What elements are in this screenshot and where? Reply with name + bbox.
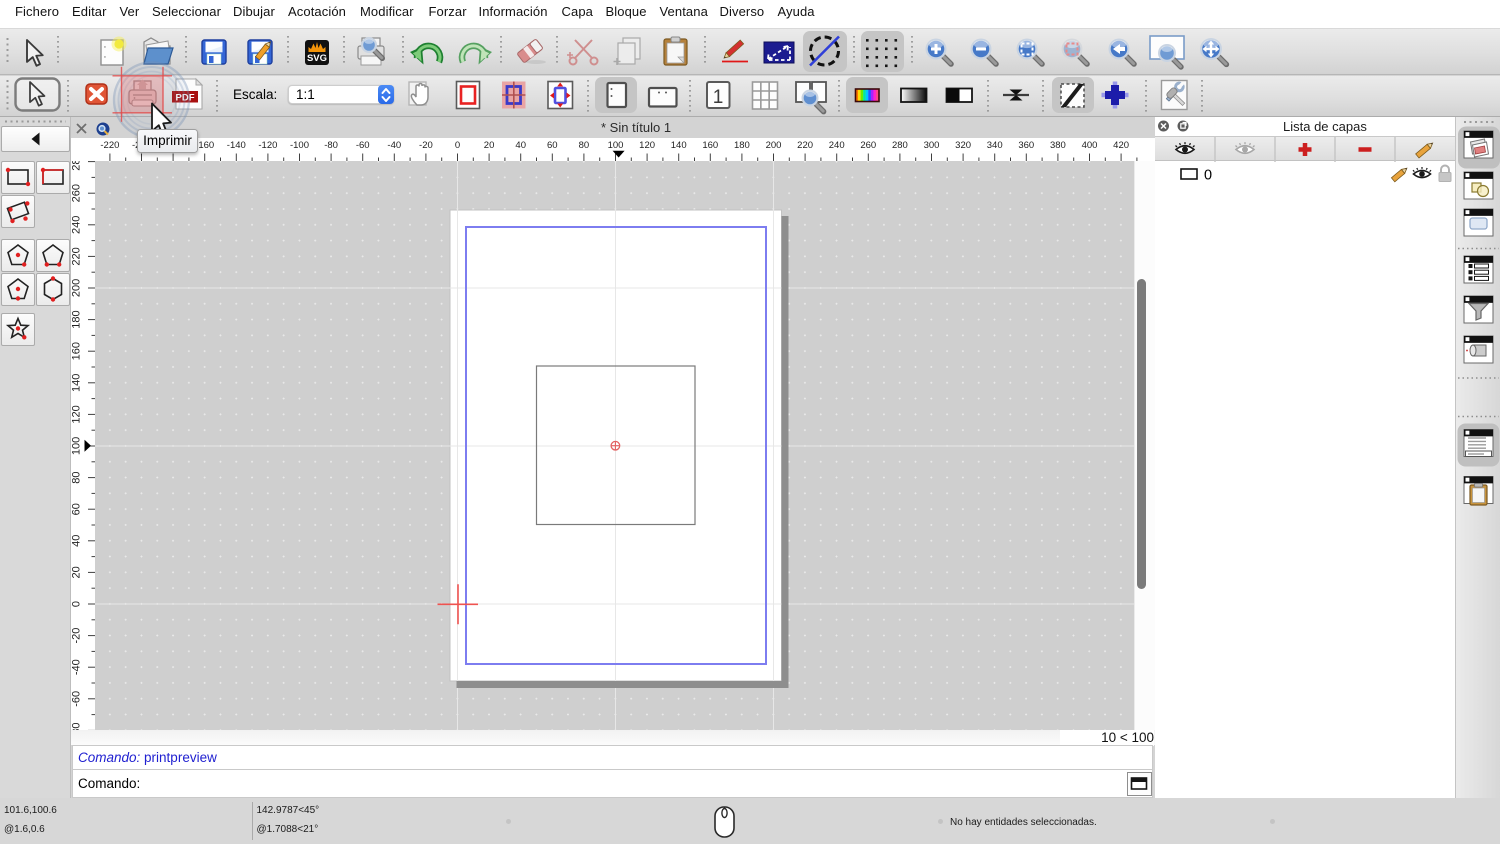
svg-text:-80: -80 bbox=[324, 140, 338, 151]
svg-text:0: 0 bbox=[455, 140, 460, 151]
svg-text:60: 60 bbox=[71, 503, 83, 515]
svg-text:420: 420 bbox=[1113, 140, 1129, 151]
svg-text:-40: -40 bbox=[387, 140, 401, 151]
svg-text:400: 400 bbox=[1082, 140, 1098, 151]
svg-text:160: 160 bbox=[71, 342, 83, 360]
svg-text:240: 240 bbox=[71, 216, 83, 234]
svg-text:80: 80 bbox=[71, 471, 83, 483]
svg-text:1: 1 bbox=[713, 87, 724, 108]
svg-text:340: 340 bbox=[987, 140, 1003, 151]
svg-text:-80: -80 bbox=[71, 722, 83, 730]
svg-text:260: 260 bbox=[71, 184, 83, 202]
svg-text:240: 240 bbox=[829, 140, 845, 151]
svg-text:20: 20 bbox=[484, 140, 495, 151]
svg-text:120: 120 bbox=[71, 405, 83, 423]
svg-text:380: 380 bbox=[1050, 140, 1066, 151]
svg-text:-60: -60 bbox=[356, 140, 370, 151]
svg-text:280: 280 bbox=[71, 161, 83, 171]
svg-text:-140: -140 bbox=[227, 140, 246, 151]
svg-text:140: 140 bbox=[671, 140, 687, 151]
svg-text:140: 140 bbox=[71, 374, 83, 392]
svg-text:-20: -20 bbox=[71, 628, 83, 644]
svg-text:-120: -120 bbox=[258, 140, 277, 151]
svg-text:SVG: SVG bbox=[307, 53, 327, 64]
svg-text:-60: -60 bbox=[71, 691, 83, 707]
svg-text:180: 180 bbox=[734, 140, 750, 151]
svg-text:260: 260 bbox=[860, 140, 876, 151]
svg-text:40: 40 bbox=[71, 535, 83, 547]
svg-text:300: 300 bbox=[924, 140, 940, 151]
svg-text:180: 180 bbox=[71, 310, 83, 328]
svg-text:-220: -220 bbox=[100, 140, 119, 151]
svg-text:-100: -100 bbox=[290, 140, 309, 151]
svg-text:360: 360 bbox=[1018, 140, 1034, 151]
svg-text:40: 40 bbox=[515, 140, 526, 151]
svg-text:100: 100 bbox=[71, 437, 83, 455]
svg-text:-160: -160 bbox=[195, 140, 214, 151]
svg-text:-40: -40 bbox=[71, 659, 83, 675]
svg-text:100: 100 bbox=[608, 140, 624, 151]
svg-text:0: 0 bbox=[1204, 168, 1212, 184]
svg-text:320: 320 bbox=[955, 140, 971, 151]
svg-text:60: 60 bbox=[547, 140, 558, 151]
svg-text:200: 200 bbox=[71, 279, 83, 297]
svg-text:120: 120 bbox=[639, 140, 655, 151]
svg-text:-20: -20 bbox=[419, 140, 433, 151]
svg-text:220: 220 bbox=[797, 140, 813, 151]
svg-text:160: 160 bbox=[702, 140, 718, 151]
svg-text:20: 20 bbox=[71, 566, 83, 578]
svg-text:200: 200 bbox=[766, 140, 782, 151]
svg-text:220: 220 bbox=[71, 247, 83, 265]
svg-text:280: 280 bbox=[892, 140, 908, 151]
svg-text:80: 80 bbox=[579, 140, 590, 151]
svg-text:0: 0 bbox=[71, 601, 83, 607]
